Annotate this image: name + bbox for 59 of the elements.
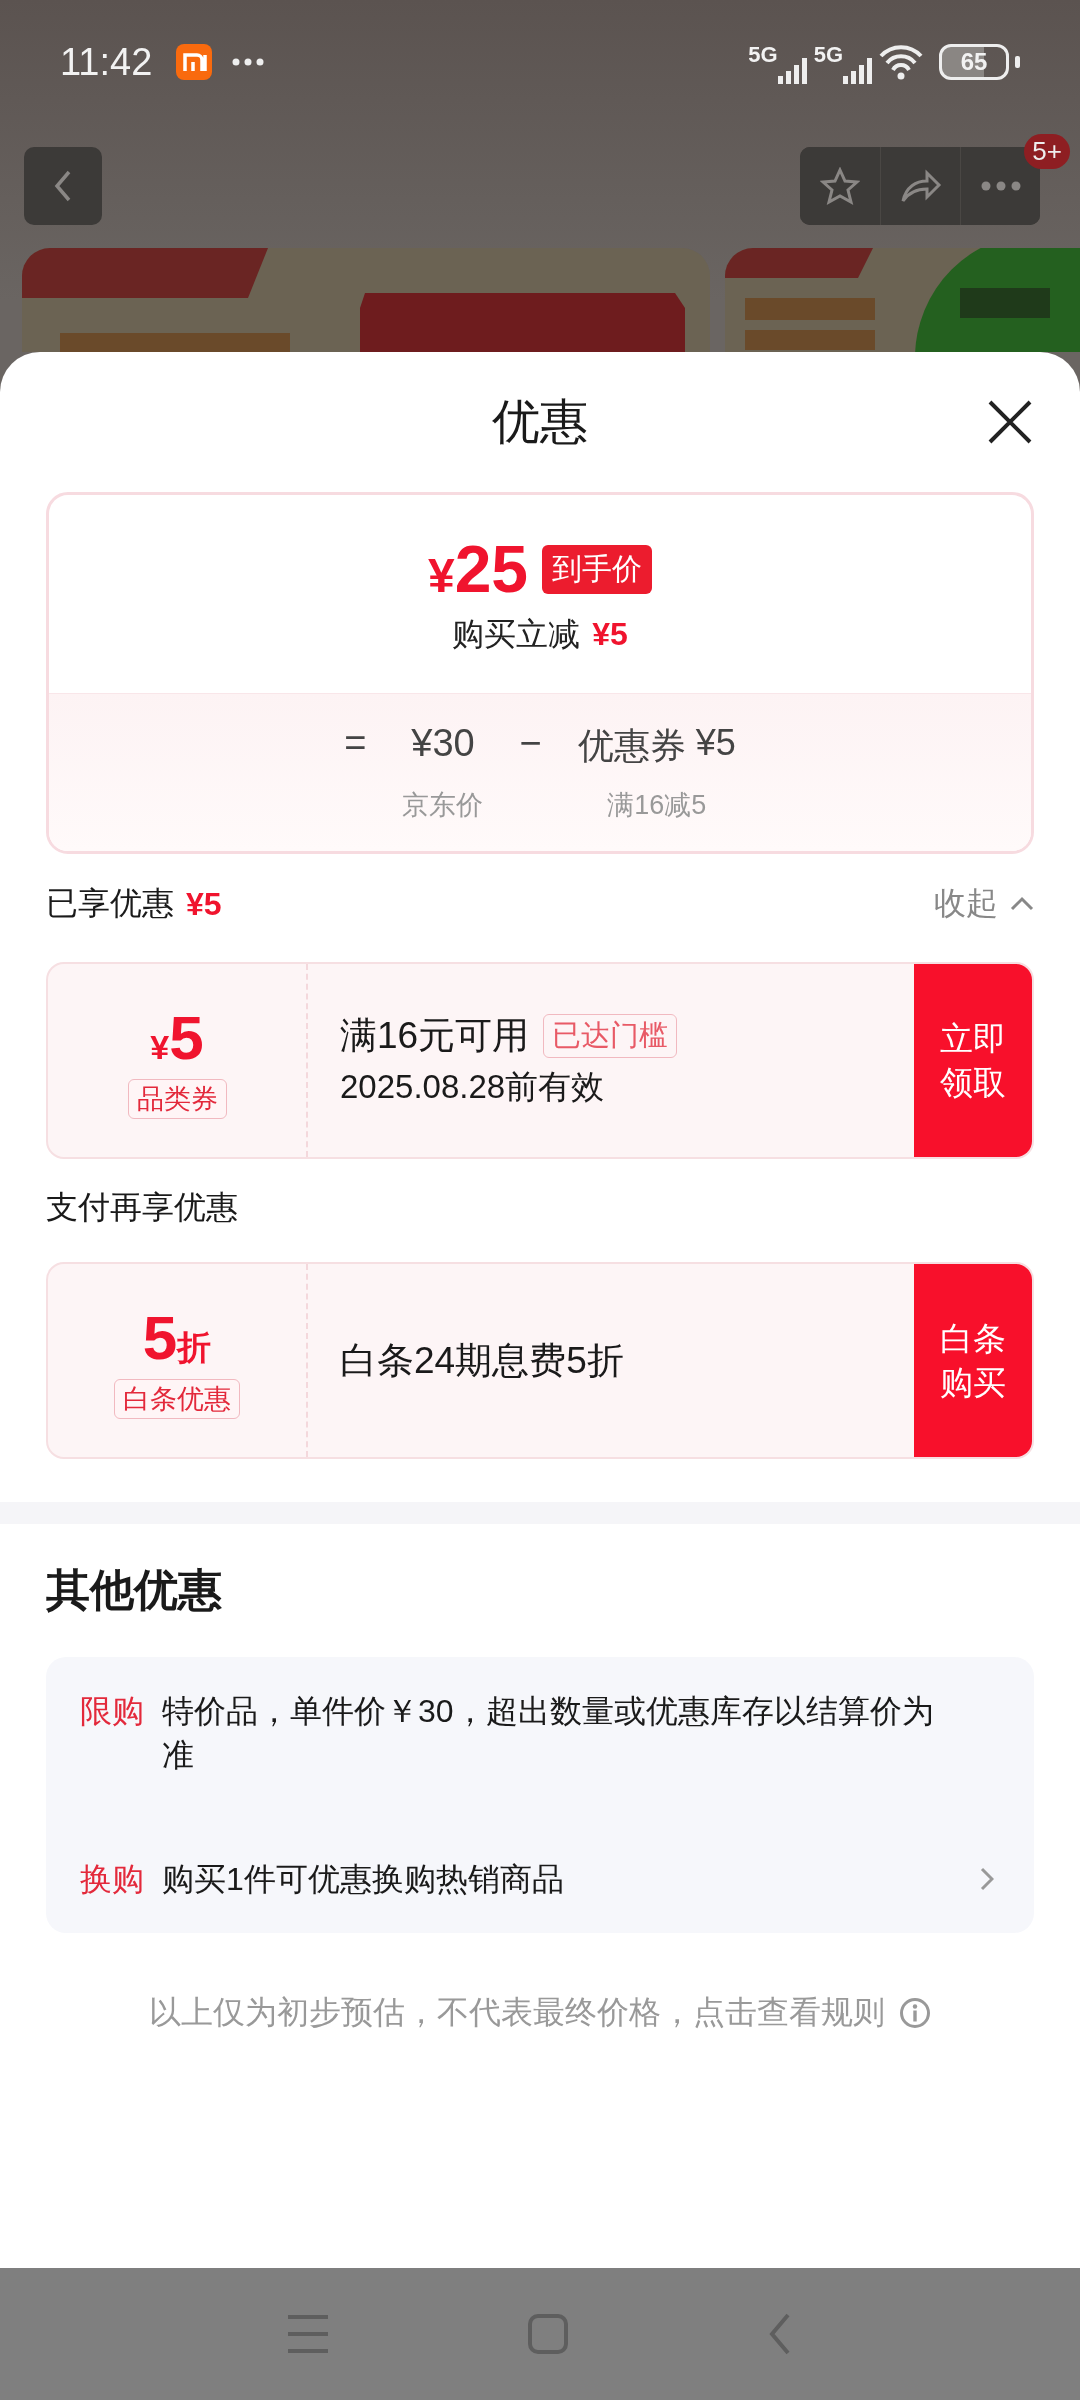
final-price-tag: 到手价 (542, 544, 653, 594)
offer-description: 特价品，单件价￥30，超出数量或优惠库存以结算价为准 (162, 1692, 935, 1775)
list-price: ¥30 (411, 722, 475, 766)
applied-label: 已享优惠 (46, 884, 174, 923)
signal-icon (777, 56, 808, 84)
currency-symbol: ¥ (150, 1028, 170, 1067)
claim-button[interactable]: 立即领取 (914, 964, 1032, 1157)
clock-time: 11:42 (60, 40, 153, 84)
offer-tag: 限购 (80, 1689, 144, 1733)
menu-button[interactable] (288, 2314, 328, 2354)
disclaimer-link[interactable]: 以上仅为初步预估，不代表最终价格，点击查看规则 (149, 1991, 885, 2035)
threshold-tag: 已达门槛 (543, 1014, 678, 1058)
coupon-type-tag: 品类券 (127, 1079, 227, 1119)
star-icon (820, 167, 860, 205)
back-button[interactable] (768, 2313, 792, 2355)
info-icon[interactable] (899, 1997, 931, 2029)
back-icon (768, 2313, 792, 2355)
network-label: 5G (813, 42, 843, 68)
app-icon (176, 44, 213, 80)
currency-symbol: ¥ (427, 549, 455, 603)
coupon-amount: ¥5 (695, 722, 736, 765)
coupon-value: 5 (169, 1002, 204, 1073)
more-icon (980, 181, 1021, 191)
coupon-label: 优惠券 (577, 724, 686, 768)
chevron-right-icon[interactable] (980, 1867, 994, 1891)
coupon-rule: 满16减5 (607, 789, 707, 822)
close-icon (988, 400, 1032, 444)
sheet-title: 优惠 (492, 394, 588, 450)
wifi-icon (879, 44, 923, 80)
menu-icon (288, 2314, 328, 2354)
collapse-toggle[interactable]: 收起 (934, 882, 1034, 926)
back-icon (53, 170, 73, 202)
offer-description: 购买1件可优惠换购热销商品 (162, 1860, 565, 1899)
discount-unit: 折 (177, 1327, 212, 1368)
claim-button[interactable]: 白条购买 (914, 1264, 1032, 1457)
applied-amount: ¥5 (186, 885, 222, 923)
coupon-condition: 满16元可用 (340, 1014, 530, 1058)
share-arrow-icon (899, 167, 942, 205)
coupon-condition: 白条24期息费5折 (340, 1338, 624, 1383)
instant-discount-amount: ¥5 (592, 616, 628, 653)
coupon-type-tag: 白条优惠 (114, 1379, 240, 1419)
section-heading: 支付再享优惠 (46, 1188, 238, 1227)
list-price-label: 京东价 (402, 789, 484, 822)
validity-date: 2025.08.28前有效 (340, 1067, 606, 1107)
offer-tag: 换购 (80, 1857, 144, 1901)
more-icon (232, 58, 265, 66)
back-button[interactable] (24, 147, 102, 225)
square-icon (528, 2314, 568, 2354)
home-button[interactable] (528, 2314, 568, 2354)
equals-sign: = (344, 722, 367, 766)
battery-level: 65 (939, 44, 1009, 80)
battery-tip-icon (1015, 56, 1020, 68)
section-heading: 其他优惠 (46, 1564, 222, 1616)
notification-badge: 5+ (1024, 134, 1070, 169)
final-price: 25 (454, 531, 529, 607)
signal-icon (843, 56, 873, 84)
instant-discount-label: 购买立减 (452, 615, 581, 654)
network-label: 5G (748, 42, 778, 68)
minus-sign: − (519, 722, 542, 766)
